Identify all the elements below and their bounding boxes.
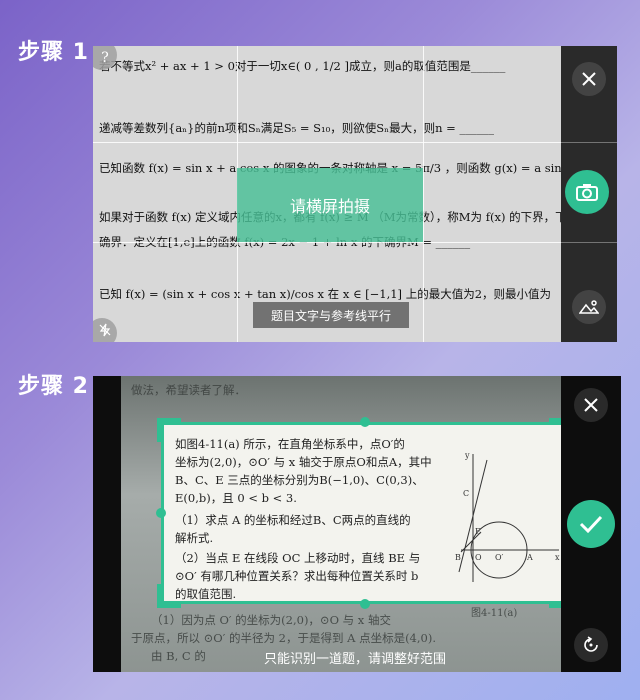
guide-line-vertical — [423, 46, 424, 342]
crop-frame[interactable] — [161, 422, 569, 604]
faded-top-text: 做法，希望读者了解． — [131, 383, 246, 397]
album-icon[interactable] — [572, 290, 606, 324]
doc-line-1: 若不等式x² + ax + 1 > 0对于一切x∈( 0 , 1/2 ]成立，则… — [99, 59, 506, 73]
step1-title: 步骤 1 — [18, 40, 89, 65]
rotate-hint: 请横屏拍摄 — [237, 168, 423, 242]
step1-document-preview: 若不等式x² + ax + 1 > 0对于一切x∈( 0 , 1/2 ]成立，则… — [93, 46, 617, 342]
confirm-check-icon[interactable] — [567, 500, 615, 548]
crop-handle-top[interactable] — [360, 417, 370, 427]
crop-handle-left[interactable] — [156, 508, 166, 518]
crop-handle-bottom[interactable] — [360, 599, 370, 609]
crop-corner-bottom-left[interactable] — [157, 584, 181, 608]
faded-bottom-text: （1）因为点 O′ 的坐标为(2,0)，⊙O 与 x 轴交 — [151, 613, 391, 627]
help-glyph: ? — [101, 50, 109, 66]
faded-bottom-text: 于原点，所以 ⊙O′ 的半径为 2，于是得到 A 点坐标是(4,0). — [131, 631, 436, 645]
rotate-icon[interactable] — [574, 628, 608, 662]
step2-title: 步骤 2 — [18, 374, 89, 399]
guide-line-horizontal — [93, 242, 561, 243]
figure-caption: 图4-11(a) — [471, 608, 518, 619]
step2-crop-panel: 做法，希望读者了解． （1）因为点 O′ 的坐标为(2,0)，⊙O 与 x 轴交… — [93, 376, 621, 672]
bottom-hint: 只能识别一道题，请调整好范围 — [263, 652, 446, 667]
step2-photo: 做法，希望读者了解． （1）因为点 O′ 的坐标为(2,0)，⊙O 与 x 轴交… — [121, 376, 574, 672]
camera-capture-icon[interactable] — [565, 170, 609, 214]
align-hint: 题目文字与参考线平行 — [253, 302, 409, 328]
guide-line-horizontal — [93, 142, 561, 143]
close-icon[interactable] — [572, 62, 606, 96]
step2-side-toolbar — [561, 376, 621, 672]
crop-corner-top-left[interactable] — [157, 418, 181, 442]
step1-side-toolbar — [561, 46, 617, 342]
doc-line-2: 递减等差数列{aₙ}的前n项和Sₙ满足S₅ = S₁₀，则欲使Sₙ最大，则n =… — [99, 121, 494, 135]
close-icon[interactable] — [574, 388, 608, 422]
doc-line-6: 已知 f(x) = (sin x + cos x + tan x)/cos x … — [99, 287, 552, 301]
flash-off-icon[interactable] — [93, 318, 117, 342]
step1-camera-panel: 若不等式x² + ax + 1 > 0对于一切x∈( 0 , 1/2 ]成立，则… — [93, 46, 617, 342]
